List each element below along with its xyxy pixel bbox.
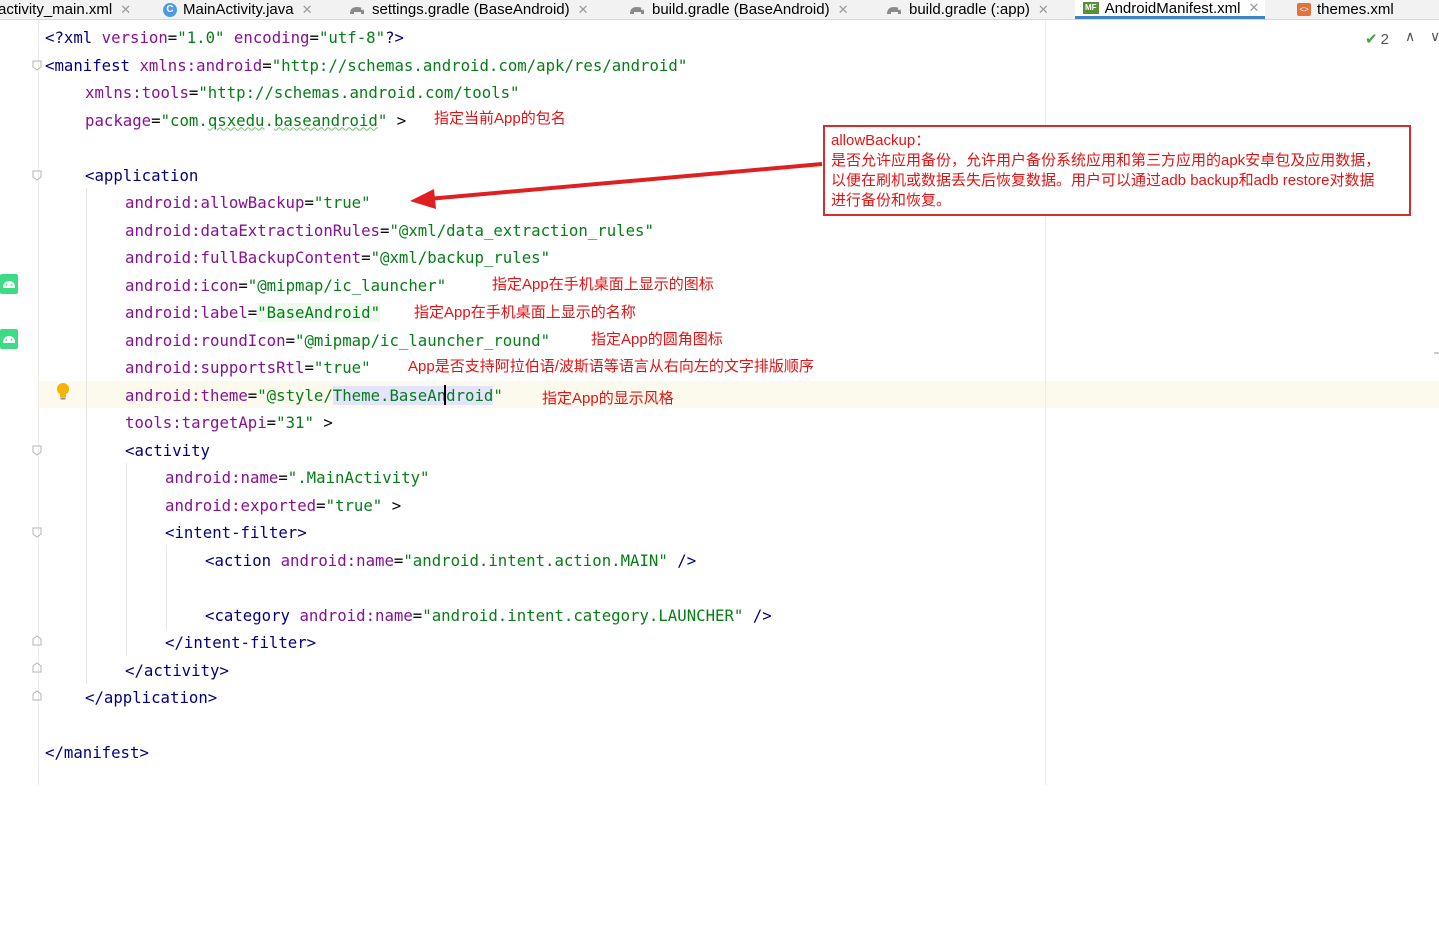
annotation-round-icon: 指定App的圆角图标 (591, 331, 723, 348)
scrollbar-marker[interactable] (1434, 352, 1439, 354)
gradle-icon (628, 4, 646, 16)
callout-line: 进行备份和恢复。 (831, 192, 952, 209)
fold-marker-icon[interactable] (32, 60, 42, 71)
allow-backup-callout: allowBackup： 是否允许应用备份，允许用户备份系统应用和第三方应用的a… (823, 125, 1411, 216)
manifest-icon: MF (1083, 2, 1099, 14)
close-icon[interactable]: ✕ (838, 2, 849, 18)
xml-icon: <> (1297, 3, 1311, 16)
code-line: android:label="BaseAndroid" (125, 303, 381, 322)
annotation-theme: 指定App的显示风格 (542, 390, 674, 407)
callout-line: 以便在刷机或数据丢失后恢复数据。用户可以通过adb backup和adb res… (831, 172, 1375, 189)
code-line: android:dataExtractionRules="@xml/data_e… (125, 220, 654, 240)
code-line: <manifest xmlns:android="http://schemas.… (45, 55, 688, 75)
code-line: <category android:name="android.intent.c… (205, 605, 772, 625)
tab-build-gradle-app[interactable]: build.gradle (:app) ✕ (885, 0, 1049, 19)
code-line: <action android:name="android.intent.act… (205, 550, 697, 570)
gradle-icon (885, 4, 903, 16)
indent-guide (166, 545, 167, 630)
check-icon: ✔ (1365, 31, 1378, 48)
code-line: </intent-filter> (165, 633, 317, 652)
tab-label: build.gradle (BaseAndroid) (652, 1, 830, 18)
tab-label: activity_main.xml (0, 1, 113, 18)
close-icon[interactable]: ✕ (302, 2, 313, 18)
code-line: </application> (85, 688, 218, 707)
code-line: <intent-filter> (165, 523, 307, 542)
code-line: <activity (125, 440, 211, 460)
tab-label: build.gradle (:app) (909, 1, 1030, 18)
tab-build-gradle-project[interactable]: build.gradle (BaseAndroid) ✕ (628, 0, 849, 19)
code-line: android:fullBackupContent="@xml/backup_r… (125, 248, 551, 267)
code-line: <application (85, 165, 199, 185)
code-line: xmlns:tools="http://schemas.android.com/… (85, 83, 520, 102)
code-line: <?xml version="1.0" encoding="utf-8"?> (45, 28, 404, 47)
annotation-package: 指定当前App的包名 (434, 110, 566, 127)
fold-marker-icon[interactable] (32, 170, 42, 181)
java-class-icon: C (163, 2, 177, 17)
close-icon[interactable]: ✕ (578, 2, 589, 18)
fold-end-marker-icon[interactable] (32, 690, 42, 701)
code-line: android:theme="@style/Theme.BaseAndroid" (125, 385, 503, 405)
tab-label: settings.gradle (BaseAndroid) (372, 1, 570, 18)
tab-label: themes.xml (1317, 1, 1394, 18)
tab-main-activity[interactable]: C MainActivity.java ✕ (163, 0, 313, 19)
tab-themes[interactable]: <> themes.xml (1297, 0, 1394, 19)
android-robot-icon[interactable] (0, 329, 18, 349)
gradle-icon (348, 4, 366, 16)
fold-end-marker-icon[interactable] (32, 662, 42, 673)
code-line: </manifest> (45, 743, 149, 762)
annotation-supports-rtl: App是否支持阿拉伯语/波斯语等语言从右向左的文字排版顺序 (408, 358, 814, 375)
editor-tab-bar: activity_main.xml ✕ C MainActivity.java … (0, 0, 1439, 20)
android-robot-icon[interactable] (0, 274, 18, 294)
code-line: android:name=".MainActivity" (165, 468, 430, 487)
indent-guide (86, 188, 87, 684)
code-line: android:supportsRtl="true" (125, 358, 371, 377)
close-icon[interactable]: ✕ (120, 2, 131, 18)
fold-marker-icon[interactable] (32, 527, 42, 538)
callout-title: allowBackup： (831, 132, 931, 149)
code-line: package="com.qsxedu.baseandroid" > (85, 110, 407, 130)
tab-label: AndroidManifest.xml (1104, 0, 1241, 17)
code-line: android:allowBackup="true" (125, 193, 371, 212)
fold-end-marker-icon[interactable] (32, 635, 42, 646)
tab-activity-main[interactable]: activity_main.xml ✕ (0, 0, 131, 19)
inspection-count: 2 (1380, 30, 1389, 48)
tab-android-manifest[interactable]: MF AndroidManifest.xml ✕ (1075, 0, 1266, 19)
text-caret (444, 385, 446, 405)
callout-line: 是否允许应用备份，允许用户备份系统应用和第三方应用的apk安卓包及应用数据， (831, 152, 1381, 169)
code-line: tools:targetApi="31" > (125, 413, 333, 432)
annotation-label: 指定App在手机桌面上显示的名称 (414, 304, 636, 321)
indent-guide (126, 463, 127, 656)
code-line: android:icon="@mipmap/ic_launcher" (125, 275, 447, 295)
code-line: android:exported="true" > (165, 495, 402, 515)
tab-settings-gradle[interactable]: settings.gradle (BaseAndroid) ✕ (348, 0, 589, 19)
fold-marker-icon[interactable] (32, 445, 42, 456)
annotation-icon: 指定App在手机桌面上显示的图标 (492, 276, 714, 293)
chevron-up-icon[interactable]: ∧ (1405, 29, 1415, 45)
code-line: android:roundIcon="@mipmap/ic_launcher_r… (125, 330, 551, 350)
chevron-down-icon[interactable]: ∨ (1430, 29, 1439, 45)
code-editor[interactable]: <?xml version="1.0" encoding="utf-8"?> <… (45, 24, 772, 936)
code-line: </activity> (125, 660, 229, 680)
tab-label: MainActivity.java (183, 1, 294, 18)
inspection-widget[interactable]: ✔ 2 (1365, 30, 1389, 49)
close-icon[interactable]: ✕ (1038, 2, 1049, 18)
close-icon[interactable]: ✕ (1248, 0, 1259, 16)
